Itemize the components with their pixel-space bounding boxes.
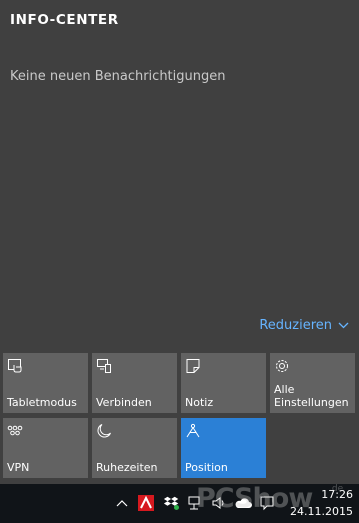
tile-label: VPN <box>7 461 30 474</box>
tablet-mode-icon <box>8 359 22 373</box>
clock-time: 17:26 <box>321 488 353 501</box>
volume-icon[interactable] <box>210 493 228 513</box>
tile-alle-einstellungen[interactable]: Alle Einstellungen <box>270 353 355 413</box>
no-notifications-text: Keine neuen Benachrichtigungen <box>10 69 226 84</box>
quick-actions-grid: Tabletmodus Verbinden Notiz Alle Einstel… <box>3 353 355 478</box>
chevron-down-icon <box>338 322 349 329</box>
tile-label: Notiz <box>185 396 214 409</box>
connect-icon <box>97 359 111 373</box>
avira-icon[interactable] <box>137 493 155 513</box>
tile-label: Ruhezeiten <box>96 461 158 474</box>
tile-verbinden[interactable]: Verbinden <box>92 353 177 413</box>
location-icon <box>186 423 200 438</box>
action-center-panel: INFO-CENTER Keine neuen Benachrichtigung… <box>0 0 359 484</box>
tile-vpn[interactable]: VPN <box>3 418 88 478</box>
chevron-up-icon[interactable] <box>113 493 131 513</box>
network-icon[interactable] <box>186 493 204 513</box>
tile-label: Verbinden <box>96 396 152 409</box>
collapse-label: Reduzieren <box>259 318 332 333</box>
tile-label: Position <box>185 461 228 474</box>
clock[interactable]: 17:26 24.11.2015 <box>290 486 353 520</box>
tile-label: Tabletmodus <box>7 396 77 409</box>
vpn-icon <box>7 425 23 436</box>
tile-ruhezeiten[interactable]: Ruhezeiten <box>92 418 177 478</box>
onedrive-icon[interactable] <box>234 493 252 513</box>
tile-tabletmodus[interactable]: Tabletmodus <box>3 353 88 413</box>
notification-icon[interactable] <box>258 493 276 513</box>
collapse-button[interactable]: Reduzieren <box>259 318 349 333</box>
tile-label: Alle Einstellungen <box>274 383 349 409</box>
tile-position[interactable]: Position <box>181 418 266 478</box>
dropbox-icon[interactable] <box>162 493 180 513</box>
clock-date: 24.11.2015 <box>290 505 353 518</box>
taskbar: 17:26 24.11.2015 <box>0 484 359 523</box>
action-center-title: INFO-CENTER <box>10 12 119 28</box>
moon-icon <box>97 424 111 438</box>
tile-notiz[interactable]: Notiz <box>181 353 266 413</box>
note-icon <box>186 359 200 373</box>
settings-gear-icon <box>276 360 288 372</box>
